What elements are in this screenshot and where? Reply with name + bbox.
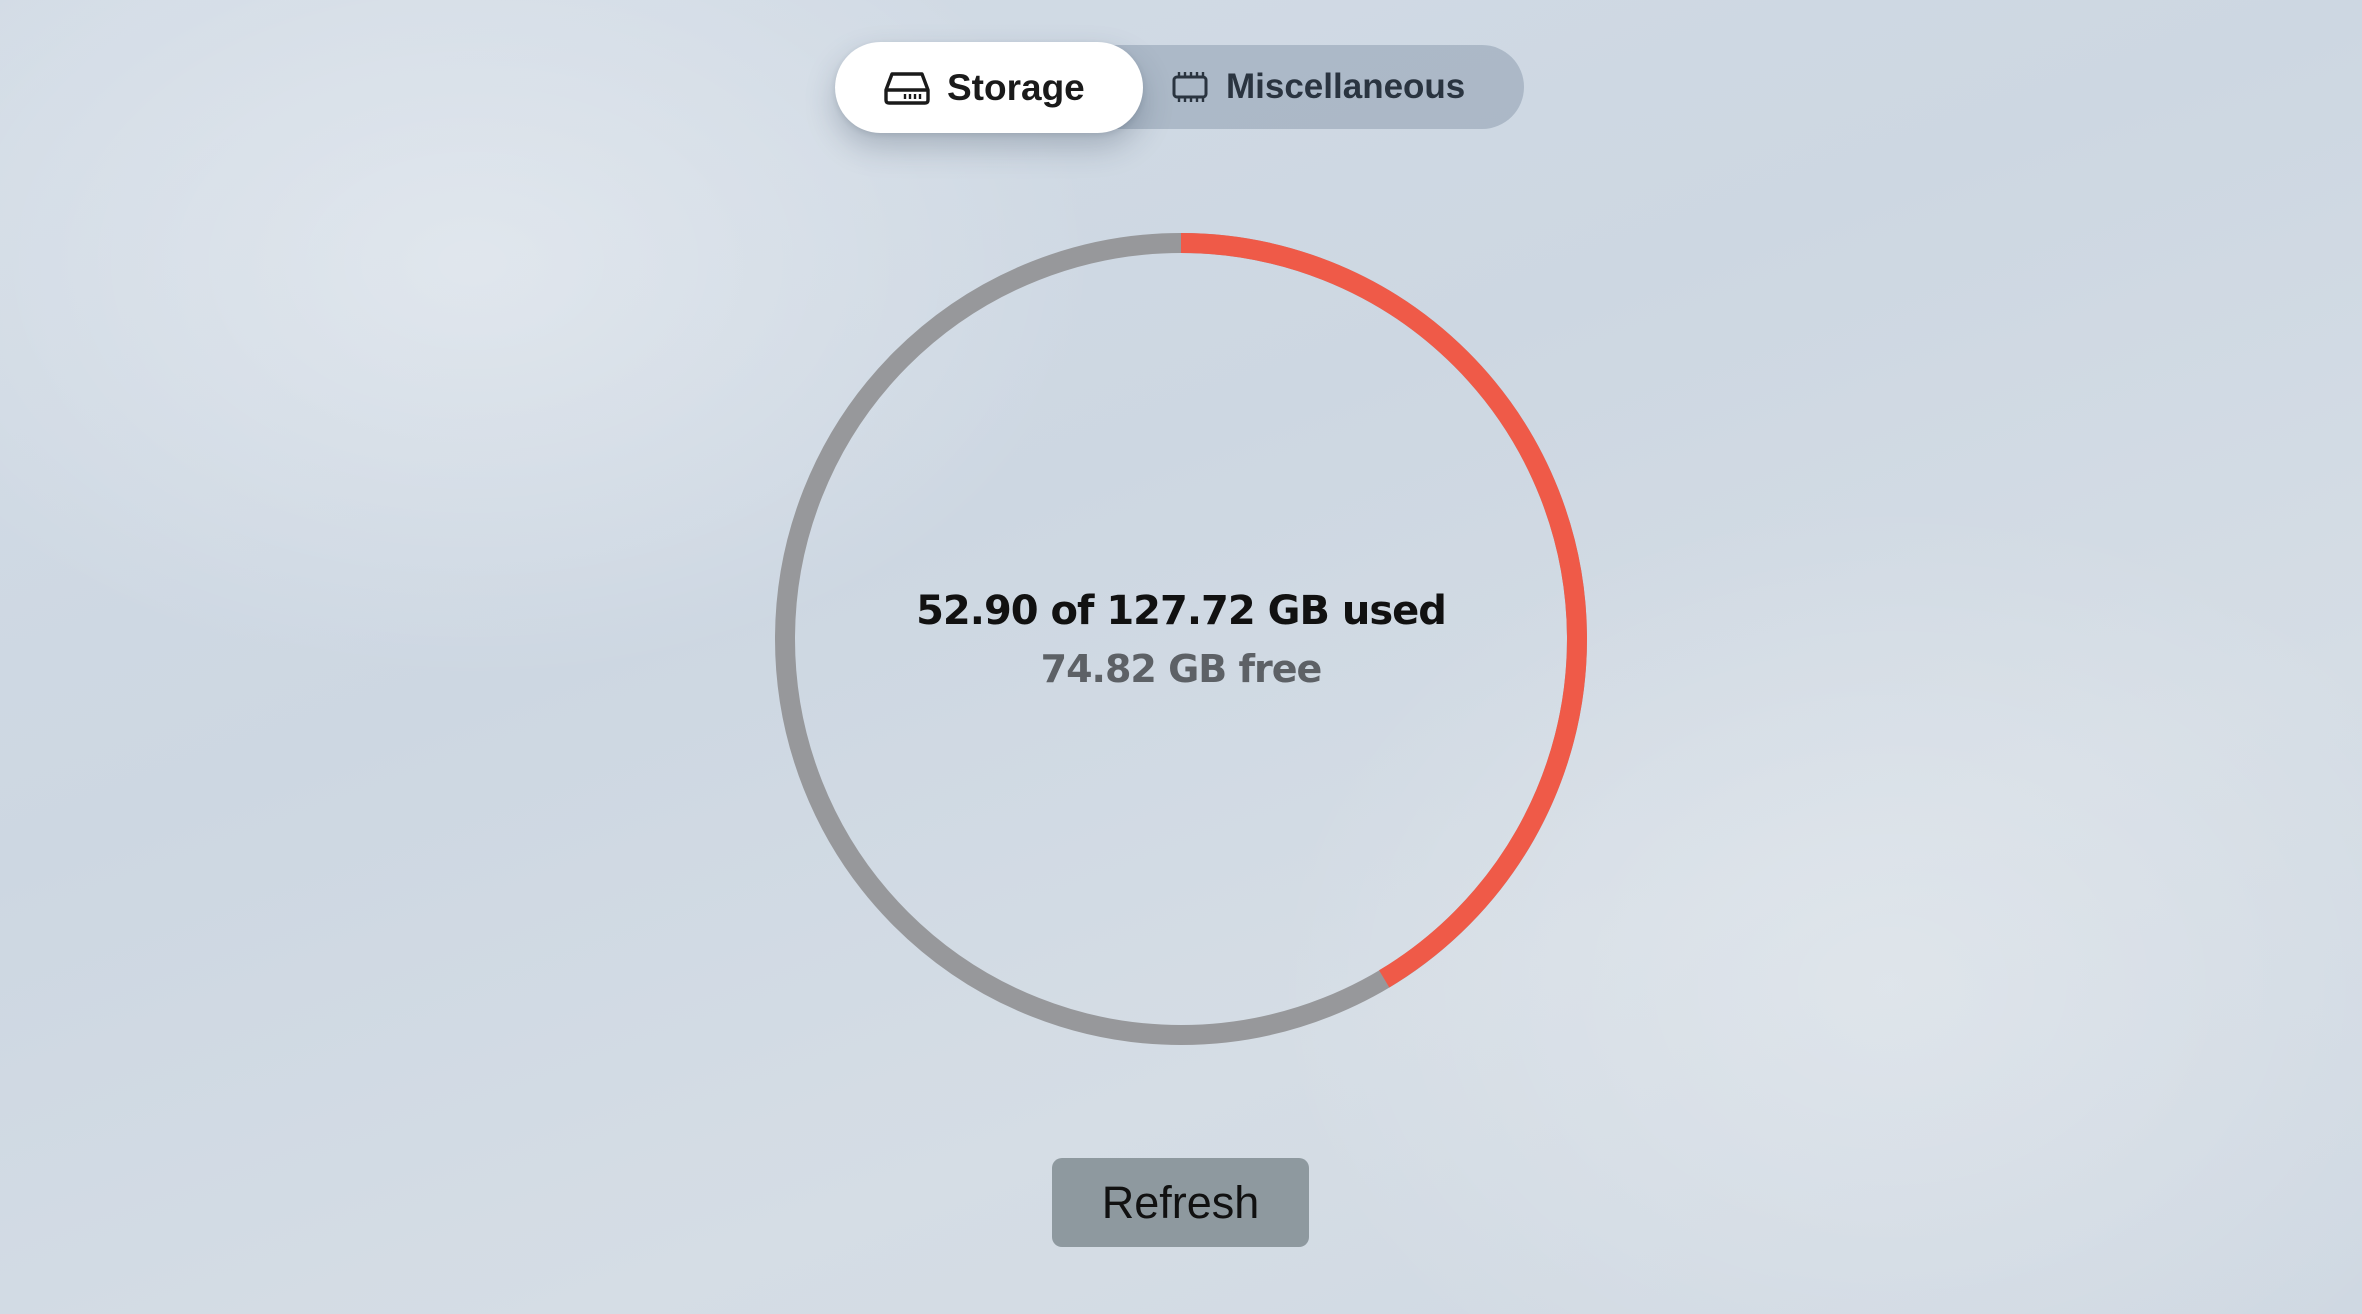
storage-summary: 52.90 of 127.72 GB used 74.82 GB free — [881, 578, 1481, 694]
storage-free-text: 74.82 GB free — [1040, 647, 1323, 691]
refresh-button[interactable]: Refresh — [1052, 1158, 1309, 1247]
storage-used-text: 52.90 of 127.72 GB used — [916, 588, 1447, 634]
